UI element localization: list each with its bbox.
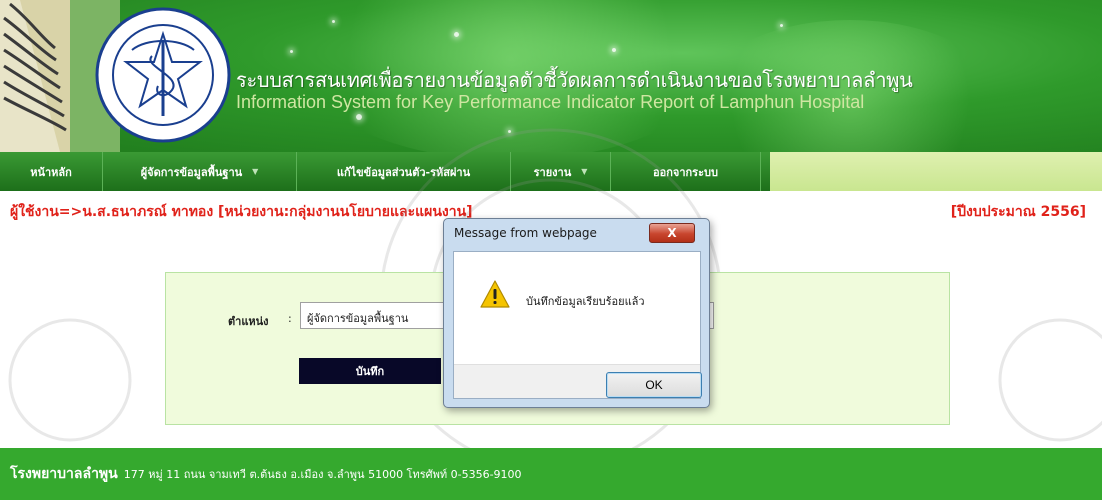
chevron-down-icon: ▼ [581,167,588,176]
chevron-down-icon: ▼ [252,167,259,176]
sparkle [780,24,783,27]
close-button[interactable]: X [649,223,695,243]
fiscal-year-label: [ปีงบประมาณ 2556] [950,204,1086,220]
sparkle [356,114,362,120]
nav-bar: หน้าหลัก ผู้จัดการข้อมูลพื้นฐาน ▼ แก้ไขข… [0,152,770,191]
warning-icon [480,280,510,308]
sparkle [612,48,616,52]
footer-address: 177 หมู่ 11 ถนน จามเทวี ต.ต้นธง อ.เมือง … [123,468,522,481]
current-user-info: ผู้ใช้งาน=>น.ส.ธนาภรณ์ ทาทอง [หน่วยงาน:ก… [10,204,473,220]
dialog-title: Message from webpage [454,226,597,240]
nav-item-label: ออกจากระบบ [653,165,718,179]
nav-item-logout[interactable]: ออกจากระบบ [611,152,761,191]
nav-item-reports[interactable]: รายงาน ▼ [511,152,611,191]
nav-item-label: แก้ไขข้อมูลส่วนตัว-รหัสผ่าน [336,165,471,179]
nav-item-data-manager[interactable]: ผู้จัดการข้อมูลพื้นฐาน ▼ [103,152,297,191]
page-footer: โรงพยาบาลลำพูน 177 หมู่ 11 ถนน จามเทวี ต… [0,448,1102,500]
sparkle [332,20,335,23]
alert-dialog: Message from webpage X บันทึกข้อมูลเรียบ… [443,218,710,408]
page-header: ระบบสารสนเทศเพื่อรายงานข้อมูลตัวชี้วัดผล… [0,0,1102,152]
nav-item-edit-profile[interactable]: แก้ไขข้อมูลส่วนตัว-รหัสผ่าน [297,152,511,191]
close-icon: X [667,226,677,240]
nav-item-home[interactable]: หน้าหลัก [0,152,103,191]
nav-item-label: ผู้จัดการข้อมูลพื้นฐาน [140,165,243,179]
nav-item-label: หน้าหลัก [30,165,72,179]
nav-item-label: รายงาน [533,165,572,179]
dialog-footer: OK [454,364,702,398]
ok-button[interactable]: OK [606,372,702,398]
footer-brand: โรงพยาบาลลำพูน [10,466,118,482]
main-nav: หน้าหลัก ผู้จัดการข้อมูลพื้นฐาน ▼ แก้ไขข… [0,152,1102,191]
sparkle [454,32,459,37]
save-button[interactable]: บันทึก [299,358,441,384]
position-label: ตำแหน่ง [228,315,269,328]
sparkle [290,50,293,53]
dialog-message: บันทึกข้อมูลเรียบร้อยแล้ว [526,295,645,308]
position-colon: : [288,312,292,325]
site-title-english: Information System for Key Performance I… [236,92,865,112]
hospital-logo-icon [95,7,231,143]
dialog-body: บันทึกข้อมูลเรียบร้อยแล้ว OK [453,251,702,399]
sparkle [508,130,511,133]
